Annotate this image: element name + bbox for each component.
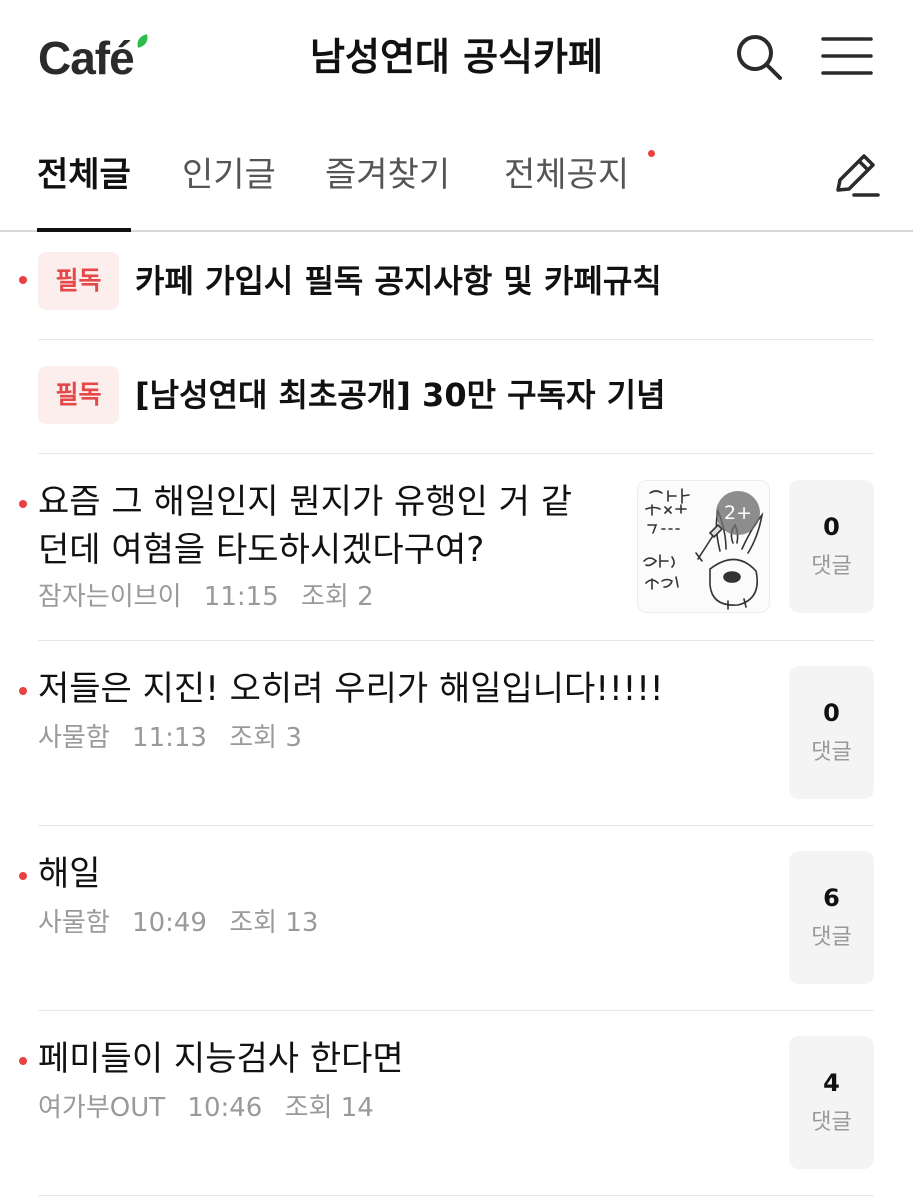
notice-title[interactable]: 카페 가입시 필독 공지사항 및 카페규칙 [135, 259, 662, 303]
unread-dot [19, 872, 27, 880]
comment-label: 댓글 [811, 740, 852, 765]
tab-popular[interactable]: 인기글 [182, 150, 276, 232]
comment-label: 댓글 [811, 1110, 852, 1135]
comment-count: 6 [823, 884, 840, 912]
post-title-line: 요즘 그 해일인지 뭔지가 유행인 거 같 [38, 482, 573, 522]
post-views: 조회 3 [229, 723, 302, 753]
notice-item[interactable]: 필독 [남성연대 최초공개] 30만 구독자 기념 [38, 340, 874, 454]
post-item[interactable]: 페미들이 지능검사 한다면 여가부OUT 10:46 조회 14 4 댓글 [19, 1011, 874, 1196]
post-meta: 사물함 10:49 조회 13 [38, 906, 332, 940]
board-tabs: 전체글 인기글 즐겨찾기 전체공지 [0, 118, 913, 232]
notice-title[interactable]: [남성연대 최초공개] 30만 구독자 기념 [135, 373, 666, 417]
comment-label: 댓글 [811, 554, 852, 579]
comment-count-button[interactable]: 6 댓글 [789, 851, 874, 984]
tab-favorites[interactable]: 즐겨찾기 [325, 150, 450, 232]
post-author: 사물함 [38, 908, 110, 938]
post-title[interactable]: 해일 [38, 850, 101, 898]
write-post-button[interactable] [828, 148, 882, 202]
unread-dot [19, 687, 27, 695]
comment-count: 0 [823, 513, 840, 541]
post-title[interactable]: 페미들이 지능검사 한다면 [38, 1035, 404, 1083]
notice-item[interactable]: 필독 카페 가입시 필독 공지사항 및 카페규칙 [19, 226, 874, 340]
post-title[interactable]: 저들은 지진! 오히려 우리가 해일입니다!!!!! [38, 665, 664, 713]
new-notice-dot [648, 150, 655, 157]
post-time: 11:13 [132, 723, 207, 753]
tab-all-notices[interactable]: 전체공지 [504, 150, 629, 232]
image-count-badge: 2+ [716, 491, 760, 535]
must-read-badge: 필독 [38, 366, 119, 424]
post-author: 잠자는이브이 [38, 582, 182, 612]
logo-leaf-mark [134, 34, 151, 48]
page-title: 남성연대 공식카페 [310, 35, 603, 79]
post-item[interactable]: 해일 사물함 10:49 조회 13 6 댓글 [19, 826, 874, 1011]
post-title-line: 던데 여혐을 타도하시겠다구여? [38, 530, 485, 570]
comment-count: 4 [823, 1069, 840, 1097]
menu-button[interactable] [820, 34, 874, 80]
post-thumbnail[interactable]: 2+ [637, 480, 770, 613]
post-author: 사물함 [38, 723, 110, 753]
post-title[interactable]: 요즘 그 해일인지 뭔지가 유행인 거 같 던데 여혐을 타도하시겠다구여? [38, 478, 572, 574]
pencil-icon [836, 154, 880, 197]
app-header: Café 남성연대 공식카페 [0, 0, 913, 118]
hamburger-menu-icon [821, 37, 873, 75]
post-meta: 사물함 11:13 조회 3 [38, 721, 316, 755]
cafe-logo[interactable]: Café [38, 30, 135, 86]
comment-count-button[interactable]: 0 댓글 [789, 666, 874, 799]
comment-label: 댓글 [811, 925, 852, 950]
post-meta: 잠자는이브이 11:15 조회 2 [38, 580, 388, 614]
post-meta: 여가부OUT 10:46 조회 14 [38, 1091, 388, 1125]
post-item[interactable]: 저들은 지진! 오히려 우리가 해일입니다!!!!! 사물함 11:13 조회 … [19, 641, 874, 826]
comment-count-button[interactable]: 4 댓글 [789, 1036, 874, 1169]
post-time: 11:15 [203, 582, 279, 612]
must-read-badge: 필독 [38, 252, 119, 310]
post-views: 조회 2 [301, 582, 374, 612]
post-time: 10:49 [132, 908, 207, 938]
unread-dot [19, 276, 27, 284]
tab-all-posts[interactable]: 전체글 [37, 150, 131, 232]
post-views: 조회 13 [229, 908, 319, 938]
search-icon [737, 35, 782, 80]
post-views: 조회 14 [284, 1093, 374, 1123]
comment-count: 0 [823, 699, 840, 727]
post-item[interactable]: 요즘 그 해일인지 뭔지가 유행인 거 같 던데 여혐을 타도하시겠다구여? 잠… [19, 454, 874, 641]
post-author: 여가부OUT [38, 1093, 166, 1123]
post-time: 10:46 [187, 1093, 263, 1123]
comment-count-button[interactable]: 0 댓글 [789, 480, 874, 613]
unread-dot [19, 500, 27, 508]
unread-dot [19, 1057, 27, 1065]
search-button[interactable] [732, 30, 786, 84]
